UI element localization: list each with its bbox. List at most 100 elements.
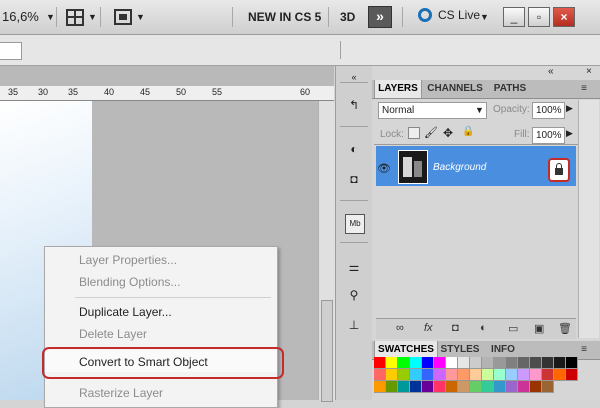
history-icon[interactable]: ↰ xyxy=(345,96,363,114)
fill-slider-icon[interactable]: ▶ xyxy=(566,128,573,139)
color-swatch[interactable] xyxy=(458,381,470,393)
color-swatch[interactable] xyxy=(494,381,506,393)
blend-mode-select[interactable]: Normal xyxy=(378,102,487,119)
new-group-icon[interactable]: ▭ xyxy=(508,322,518,335)
tab-layers[interactable]: LAYERS xyxy=(374,80,422,98)
clone-source-icon[interactable]: ⚲ xyxy=(345,286,363,304)
tab-paths[interactable]: PATHS xyxy=(490,80,530,98)
masks-icon[interactable]: ◘ xyxy=(345,170,363,188)
color-swatch[interactable] xyxy=(530,381,542,393)
color-swatch[interactable] xyxy=(542,357,554,369)
color-swatch[interactable] xyxy=(518,381,530,393)
color-swatch[interactable] xyxy=(470,381,482,393)
lock-transparent-icon[interactable] xyxy=(408,127,420,139)
mini-bridge-icon[interactable]: Mb xyxy=(345,214,365,234)
lock-all-icon[interactable]: 🔒 xyxy=(462,126,474,137)
brush-presets-icon[interactable]: ⚌ xyxy=(345,258,363,276)
color-swatch[interactable] xyxy=(530,357,542,369)
close-button[interactable]: × xyxy=(553,7,575,27)
color-swatch[interactable] xyxy=(410,357,422,369)
color-swatch[interactable] xyxy=(566,357,578,369)
color-swatch[interactable] xyxy=(506,381,518,393)
color-swatch[interactable] xyxy=(386,369,398,381)
new-layer-icon[interactable]: ▣ xyxy=(534,322,544,335)
screen-mode-icon[interactable] xyxy=(114,9,132,25)
blend-mode-dropdown-icon[interactable]: ▼ xyxy=(475,105,484,115)
color-swatch[interactable] xyxy=(554,357,566,369)
menu-item-blending-options[interactable]: Blending Options... xyxy=(79,275,180,289)
color-swatch[interactable] xyxy=(386,357,398,369)
color-swatch[interactable] xyxy=(446,369,458,381)
cs-live-dropdown-icon[interactable]: ▼ xyxy=(480,12,489,22)
menu-item-rasterize-layer[interactable]: Rasterize Layer xyxy=(79,386,163,400)
color-swatch[interactable] xyxy=(434,357,446,369)
scrollbar-thumb[interactable] xyxy=(321,300,333,402)
arrange-dropdown-icon[interactable]: ▼ xyxy=(88,12,97,22)
color-swatch[interactable] xyxy=(374,357,386,369)
color-swatch[interactable] xyxy=(398,369,410,381)
panel-collapse-icon[interactable]: « xyxy=(548,66,554,77)
panel-close-icon[interactable]: × xyxy=(586,66,592,77)
color-swatch[interactable] xyxy=(494,369,506,381)
layers-scrollbar[interactable] xyxy=(578,100,599,338)
color-swatch[interactable] xyxy=(410,369,422,381)
color-swatch[interactable] xyxy=(518,369,530,381)
color-swatch[interactable] xyxy=(446,381,458,393)
color-swatch[interactable] xyxy=(470,369,482,381)
color-swatch[interactable] xyxy=(374,369,386,381)
screen-mode-dropdown-icon[interactable]: ▼ xyxy=(136,12,145,22)
restore-button[interactable]: ▫ xyxy=(528,7,550,27)
color-swatch[interactable] xyxy=(398,381,410,393)
color-swatch[interactable] xyxy=(542,369,554,381)
color-swatch[interactable] xyxy=(518,357,530,369)
color-swatch[interactable] xyxy=(506,357,518,369)
color-swatch[interactable] xyxy=(482,369,494,381)
color-swatch[interactable] xyxy=(530,369,542,381)
color-swatch[interactable] xyxy=(446,357,458,369)
color-swatch[interactable] xyxy=(386,381,398,393)
lock-image-icon[interactable]: 🖌 xyxy=(424,126,438,139)
tab-channels[interactable]: CHANNELS xyxy=(424,80,486,98)
color-swatch[interactable] xyxy=(494,357,506,369)
adjustment-layer-icon[interactable]: ◐ xyxy=(480,322,487,334)
layer-lock-icon[interactable] xyxy=(548,158,570,182)
workspace-3d[interactable]: 3D xyxy=(340,10,355,24)
opacity-input[interactable]: 100% xyxy=(532,102,565,119)
color-swatch[interactable] xyxy=(542,381,554,393)
dock-collapse-icon[interactable]: « xyxy=(345,68,363,86)
color-swatch[interactable] xyxy=(458,357,470,369)
color-swatch[interactable] xyxy=(554,369,566,381)
arrange-documents-icon[interactable] xyxy=(66,9,84,26)
workspace-new-in-cs5[interactable]: NEW IN CS 5 xyxy=(248,10,321,24)
color-swatch[interactable] xyxy=(422,369,434,381)
layer-visibility-eye-icon[interactable]: 👁 xyxy=(377,162,391,175)
zoom-level[interactable]: 16,6% xyxy=(2,9,39,24)
zoom-dropdown-icon[interactable]: ▼ xyxy=(46,12,55,22)
adjustments-icon[interactable]: ◐ xyxy=(345,140,363,158)
color-swatch[interactable] xyxy=(434,381,446,393)
color-swatch[interactable] xyxy=(422,357,434,369)
more-workspaces-button[interactable]: » xyxy=(368,6,392,28)
color-swatch[interactable] xyxy=(434,369,446,381)
color-swatch[interactable] xyxy=(422,381,434,393)
menu-item-duplicate-layer[interactable]: Duplicate Layer... xyxy=(79,305,172,319)
cs-live-button[interactable]: CS Live xyxy=(438,8,480,22)
color-swatch[interactable] xyxy=(482,357,494,369)
color-swatch[interactable] xyxy=(458,369,470,381)
link-layers-icon[interactable]: ∞ xyxy=(396,322,404,334)
lock-position-icon[interactable]: ✥ xyxy=(443,126,453,140)
color-swatch[interactable] xyxy=(482,381,494,393)
color-swatch[interactable] xyxy=(410,381,422,393)
opacity-slider-icon[interactable]: ▶ xyxy=(566,103,573,114)
tool-presets-icon[interactable]: ⊥ xyxy=(345,316,363,334)
menu-item-layer-properties[interactable]: Layer Properties... xyxy=(79,253,177,267)
delete-layer-icon[interactable]: 🗑 xyxy=(558,322,572,335)
color-swatch[interactable] xyxy=(470,357,482,369)
color-swatch[interactable] xyxy=(566,369,578,381)
color-swatch[interactable] xyxy=(398,357,410,369)
layer-name[interactable]: Background xyxy=(433,162,486,173)
color-swatch[interactable] xyxy=(506,369,518,381)
menu-item-delete-layer[interactable]: Delete Layer xyxy=(79,327,147,341)
cs-live-icon[interactable] xyxy=(418,8,432,22)
fill-input[interactable]: 100% xyxy=(532,127,565,144)
